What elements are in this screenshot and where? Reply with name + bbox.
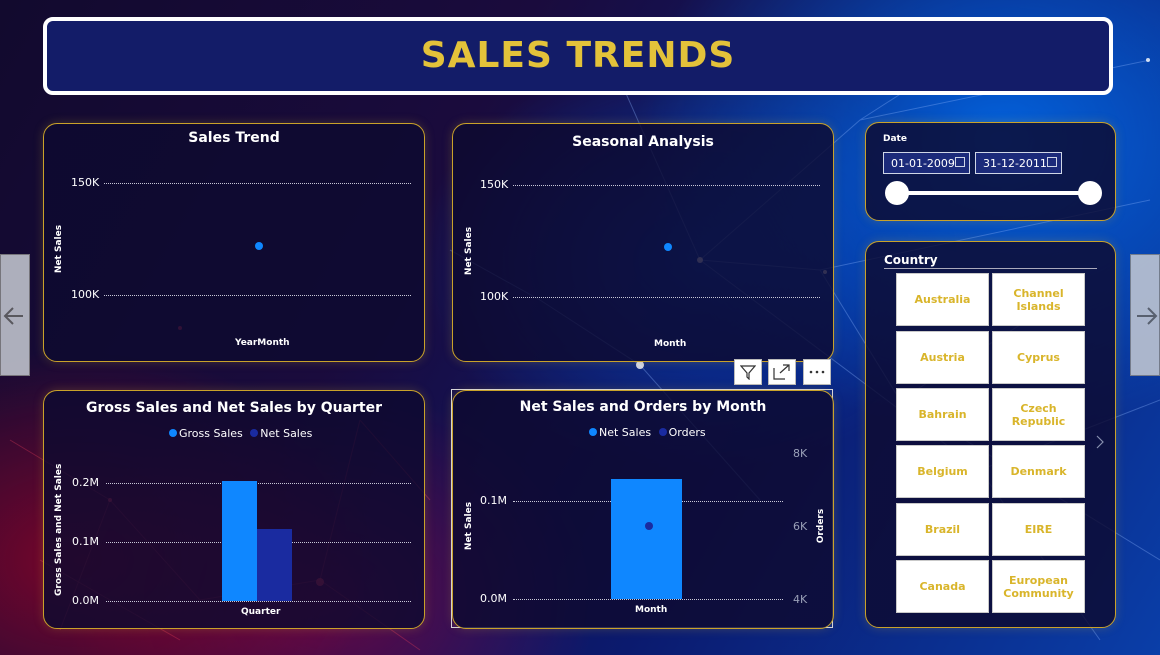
legend-item: Net Sales xyxy=(260,427,313,440)
sales-trend-title: Sales Trend xyxy=(188,130,280,146)
report-title: SALES TRENDS xyxy=(420,35,736,76)
chevron-right-icon[interactable] xyxy=(1095,435,1105,449)
filter-button[interactable] xyxy=(734,359,762,385)
gridline xyxy=(513,599,783,600)
y-tick: 100K xyxy=(480,290,509,303)
previous-page-button[interactable] xyxy=(0,254,30,376)
y2-tick: 4K xyxy=(793,593,808,606)
country-tile[interactable]: Denmark xyxy=(992,445,1085,498)
y2-tick: 6K xyxy=(793,520,808,533)
seasonal-analysis-title: Seasonal Analysis xyxy=(572,134,714,150)
legend-item: Gross Sales xyxy=(179,427,243,440)
gross-net-sales-visual[interactable]: Gross Sales and Net Sales by Quarter Gro… xyxy=(43,390,425,629)
next-page-button[interactable] xyxy=(1130,254,1160,376)
bar-gross-sales[interactable] xyxy=(222,480,257,601)
net-orders-title: Net Sales and Orders by Month xyxy=(519,399,767,415)
gridline xyxy=(106,601,411,602)
y-tick: 0.0M xyxy=(480,592,507,605)
end-slider-handle[interactable] xyxy=(1078,181,1102,205)
legend-marker xyxy=(589,428,597,436)
gridline xyxy=(106,483,411,484)
country-tile[interactable]: Brazil xyxy=(896,503,989,556)
country-tile[interactable]: Belgium xyxy=(896,445,989,498)
legend-marker xyxy=(250,429,259,437)
gridline xyxy=(513,297,820,298)
y2-tick: 8K xyxy=(793,447,808,460)
date-range-track[interactable] xyxy=(896,191,1092,195)
legend: Gross Sales Net Sales xyxy=(169,427,312,440)
y-tick: 0.1M xyxy=(72,535,99,548)
arrow-right-icon xyxy=(1137,307,1158,325)
country-slicer[interactable]: Country Australia Channel Islands Austri… xyxy=(865,241,1116,628)
country-tile[interactable]: Cyprus xyxy=(992,331,1085,384)
gross-net-title: Gross Sales and Net Sales by Quarter xyxy=(85,400,383,416)
y-axis-label: Net Sales xyxy=(54,224,64,274)
country-slicer-label: Country xyxy=(884,253,938,267)
focus-mode-button[interactable] xyxy=(768,359,796,385)
x-axis-label: Quarter xyxy=(241,607,281,617)
arrow-left-icon xyxy=(3,307,23,325)
x-axis-label: YearMonth xyxy=(235,338,290,348)
gridline xyxy=(104,295,411,296)
y-tick: 150K xyxy=(71,176,100,189)
y-axis-label: Gross Sales and Net Sales xyxy=(54,463,64,596)
filter-icon xyxy=(740,365,756,380)
bar-net-sales[interactable] xyxy=(611,479,682,599)
start-date-value: 01-01-2009 xyxy=(891,157,955,170)
country-tile[interactable]: Canada xyxy=(896,560,989,613)
start-slider-handle[interactable] xyxy=(885,181,909,205)
y-tick: 0.2M xyxy=(72,476,99,489)
legend-item: Orders xyxy=(668,426,706,439)
bar-net-sales[interactable] xyxy=(257,529,292,601)
seasonal-analysis-visual[interactable]: Seasonal Analysis 150K 100K Net Sales Mo… xyxy=(452,123,834,362)
data-point[interactable] xyxy=(253,240,265,252)
y-tick: 0.1M xyxy=(480,494,507,507)
country-tile[interactable]: Australia xyxy=(896,273,989,326)
data-point[interactable] xyxy=(662,241,674,253)
calendar-icon[interactable] xyxy=(955,157,965,167)
country-tile[interactable]: Channel Islands xyxy=(992,273,1085,326)
date-slicer[interactable]: Date 01-01-2009 31-12-2011 xyxy=(865,122,1116,221)
country-tile[interactable]: EIRE xyxy=(992,503,1085,556)
country-tile[interactable]: European Community xyxy=(992,560,1085,613)
y-tick: 150K xyxy=(480,178,509,191)
sales-trend-visual[interactable]: Sales Trend 150K 100K Net Sales YearMont… xyxy=(43,123,425,362)
more-icon xyxy=(809,370,825,374)
y-tick: 0.0M xyxy=(72,594,99,607)
x-axis-label: Month xyxy=(635,605,668,615)
gridline xyxy=(104,183,411,184)
x-axis-label: Month xyxy=(654,339,687,349)
legend-marker xyxy=(169,429,177,437)
expand-icon xyxy=(773,364,790,380)
date-slicer-label: Date xyxy=(883,134,907,144)
report-title-banner: SALES TRENDS xyxy=(43,17,1113,95)
legend: Net Sales Orders xyxy=(589,426,706,439)
country-tile[interactable]: Austria xyxy=(896,331,989,384)
start-date-input[interactable]: 01-01-2009 xyxy=(883,152,970,174)
more-options-button[interactable] xyxy=(803,359,831,385)
calendar-icon[interactable] xyxy=(1047,157,1057,167)
header-divider xyxy=(884,268,1097,269)
country-tile[interactable]: Bahrain xyxy=(896,388,989,441)
y-axis-label: Net Sales xyxy=(464,501,474,551)
country-tile[interactable]: Czech Republic xyxy=(992,388,1085,441)
y2-axis-label: Orders xyxy=(816,508,826,544)
end-date-input[interactable]: 31-12-2011 xyxy=(975,152,1062,174)
gridline xyxy=(513,185,820,186)
legend-item: Net Sales xyxy=(599,426,652,439)
legend-marker xyxy=(658,428,667,436)
orders-point[interactable] xyxy=(643,520,655,532)
net-sales-orders-visual[interactable]: Net Sales and Orders by Month Net Sales … xyxy=(452,390,834,629)
end-date-value: 31-12-2011 xyxy=(983,157,1047,170)
y-axis-label: Net Sales xyxy=(464,226,474,276)
y-tick: 100K xyxy=(71,288,100,301)
